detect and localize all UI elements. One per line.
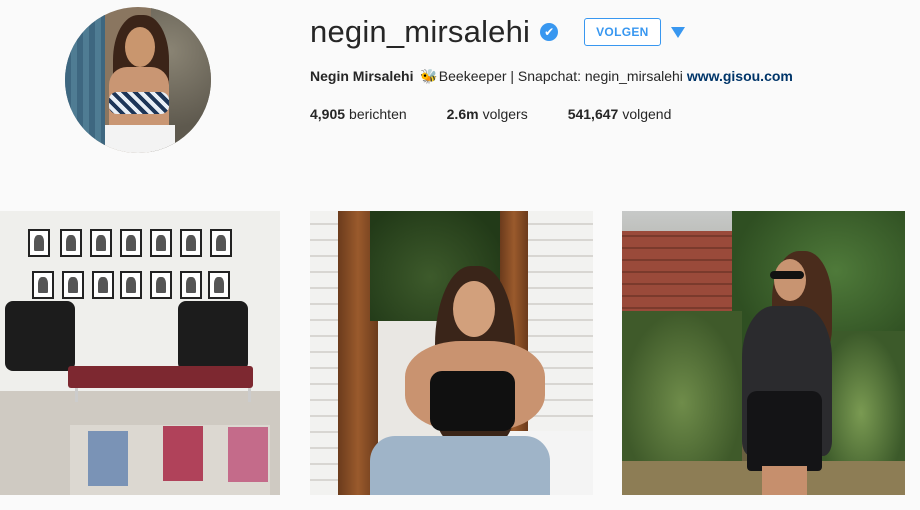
- wall-frame: [120, 229, 142, 257]
- follow-button[interactable]: VOLGEN: [584, 18, 661, 46]
- website-link[interactable]: www.gisou.com: [687, 68, 793, 84]
- face: [453, 281, 495, 337]
- bio-text: Beekeeper | Snapchat: negin_mirsalehi: [438, 68, 683, 84]
- full-name: Negin Mirsalehi: [310, 68, 414, 84]
- magazine: [163, 426, 203, 481]
- profile-stats: 4,905 berichten 2.6m volgers 541,647 volgen…: [310, 106, 711, 122]
- stat-posts[interactable]: 4,905 berichten: [310, 106, 407, 122]
- wall-frame: [92, 271, 114, 299]
- stat-followers-value: 2.6m: [446, 106, 479, 122]
- wall-frame: [62, 271, 84, 299]
- stat-posts-label: berichten: [349, 106, 407, 122]
- wall-frame: [180, 271, 202, 299]
- post-thumbnail-2[interactable]: [310, 211, 593, 495]
- wall-frame: [28, 229, 50, 257]
- stat-followers-label: volgers: [482, 106, 528, 122]
- wall-frame: [120, 271, 142, 299]
- face: [774, 259, 806, 301]
- wall-frame: [180, 229, 202, 257]
- bench-legs: [75, 388, 251, 402]
- profile-bio: Negin Mirsalehi 🐝Beekeeper | Snapchat: n…: [310, 68, 793, 85]
- black-skirt: [747, 391, 822, 471]
- wall-frame: [210, 229, 232, 257]
- username-row: negin_mirsalehi ✔ VOLGEN: [310, 14, 685, 50]
- profile-avatar[interactable]: [65, 7, 211, 153]
- jeans: [370, 436, 550, 495]
- wall-frame: [150, 271, 172, 299]
- avatar-face: [125, 27, 155, 67]
- wall-frame: [60, 229, 82, 257]
- wall-frame: [208, 271, 230, 299]
- sunglasses-icon: [770, 271, 804, 279]
- stat-followers[interactable]: 2.6m volgers: [447, 106, 528, 122]
- post-thumbnail-3[interactable]: [622, 211, 905, 495]
- chair: [5, 301, 75, 371]
- dropdown-arrow-icon[interactable]: [670, 26, 685, 38]
- stat-following[interactable]: 541,647 volgend: [568, 106, 672, 122]
- avatar-background: [65, 7, 105, 153]
- black-crop-top: [430, 371, 515, 431]
- bench: [68, 366, 253, 388]
- magazine: [228, 427, 268, 482]
- chair: [178, 301, 248, 371]
- wall-frame: [32, 271, 54, 299]
- username: negin_mirsalehi: [310, 14, 531, 49]
- post-thumbnail-1[interactable]: [0, 211, 280, 495]
- stat-following-label: volgend: [622, 106, 672, 122]
- wall-frame: [90, 229, 112, 257]
- stat-following-value: 541,647: [567, 106, 619, 122]
- magazine: [88, 431, 128, 486]
- legs: [762, 466, 807, 495]
- stat-posts-value: 4,905: [310, 106, 346, 122]
- bee-icon: 🐝: [420, 68, 438, 84]
- wall-frame: [150, 229, 172, 257]
- verified-badge-icon: ✔: [540, 23, 559, 41]
- avatar-skirt: [105, 125, 175, 153]
- avatar-top: [109, 92, 169, 114]
